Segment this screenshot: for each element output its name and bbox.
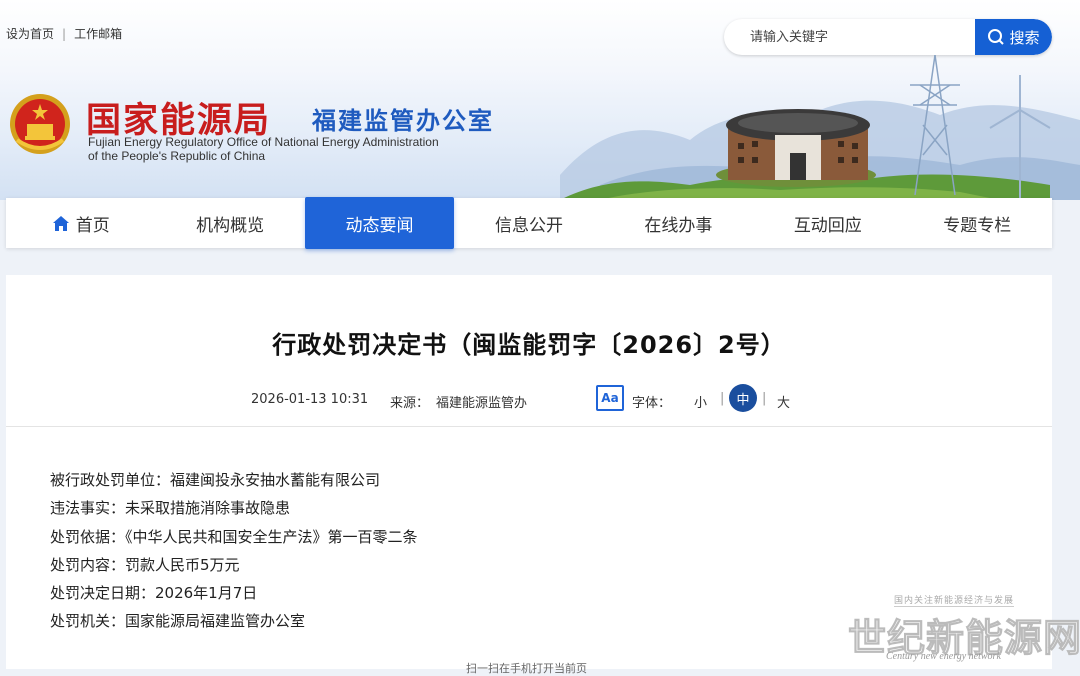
nav-item-interaction[interactable]: 互动回应 [753,198,902,248]
publish-date: 2026-01-13 10:31 [251,392,369,407]
site-english-name: Fujian Energy Regulatory Office of Natio… [88,135,439,163]
watermark-tagline: 国内关注新能源经济与发展 [894,593,1015,607]
nav-item-label: 首页 [75,215,110,236]
nav-item-special-topics[interactable]: 专题专栏 [903,198,1052,248]
set-homepage-link[interactable]: 设为首页 [6,27,54,41]
nav-item-info-disclosure[interactable]: 信息公开 [454,198,603,248]
home-icon [52,215,70,232]
content-line: 违法事实：未采取措施消除事故隐患 [50,499,291,518]
nav-item-online-services[interactable]: 在线办事 [604,198,753,248]
work-mail-link[interactable]: 工作邮箱 [74,27,122,41]
site-subtitle: 福建监管办公室 [312,107,494,135]
content-line: 处罚依据：《中华人民共和国安全生产法》第一百零二条 [50,527,418,546]
nav-item-label: 动态要闻 [345,215,414,236]
source-label: 来源： [390,396,430,411]
search-bar: 搜索 [724,19,1052,55]
content-line: 被行政处罚单位：福建闽投永安抽水蓄能有限公司 [50,471,381,489]
nav-item-label: 在线办事 [644,215,713,236]
top-links: 设为首页 | 工作邮箱 [6,25,122,42]
scan-qr-hint: 扫一扫在手机打开当前页 [466,662,587,675]
nav-item-label: 机构概览 [196,215,265,236]
watermark-english: Century new energy network [886,651,1001,662]
nav-item-home[interactable]: 首页 [6,198,155,248]
search-button-label: 搜索 [1009,28,1040,47]
content-line: 处罚内容：罚款人民币5万元 [50,555,240,574]
meta-divider [6,426,1052,427]
nav-item-label: 信息公开 [494,215,563,236]
article-content: 被行政处罚单位：福建闽投永安抽水蓄能有限公司 违法事实：未采取措施消除事故隐患 … [50,466,418,636]
font-size-separator: | [720,391,725,406]
tulou-building-icon [716,109,876,187]
article-meta: 2026-01-13 10:31 来源： 福建能源监管办 Aa 字体： 小 | … [6,384,1052,415]
nav-item-news[interactable]: 动态要闻 [304,197,455,249]
search-input[interactable] [724,19,1000,55]
top-links-separator: | [62,27,67,41]
content-line: 处罚机关：国家能源局福建监管办公室 [50,612,306,631]
font-size-small-button[interactable]: 小 [694,392,707,411]
search-button[interactable]: 搜索 [975,19,1052,55]
font-size-medium-button[interactable]: 中 [729,384,757,412]
font-size-separator: | [762,391,767,406]
font-size-icon: Aa [596,385,624,411]
national-emblem-icon [10,94,70,154]
nav-item-overview[interactable]: 机构概览 [155,198,304,248]
main-nav: 首页 机构概览 动态要闻 信息公开 在线办事 互动回应 专题专栏 [6,197,1052,249]
content-line: 处罚决定日期：2026年1月7日 [50,584,258,603]
nav-item-label: 互动回应 [793,215,862,236]
site-english-line1: Fujian Energy Regulatory Office of Natio… [88,135,439,149]
source-value: 福建能源监管办 [436,396,528,411]
header-banner: 设为首页|工作邮箱 搜索 国家能源局 福建监管办公室 Fujian Energy… [0,0,1080,200]
site-english-line2: of the People's Republic of China [88,149,266,163]
article-title: 行政处罚决定书（闽监能罚字〔2026〕2号） [272,331,786,359]
nav-item-label: 专题专栏 [943,215,1012,236]
watermark: 国内关注新能源经济与发展 世纪新能源网 Century new energy n… [847,593,1080,669]
wind-turbine-icon [989,75,1051,200]
power-pylon-icon [910,55,960,195]
font-size-label: 字体： [632,396,672,411]
font-size-large-button[interactable]: 大 [777,392,790,411]
search-icon [988,29,1005,45]
